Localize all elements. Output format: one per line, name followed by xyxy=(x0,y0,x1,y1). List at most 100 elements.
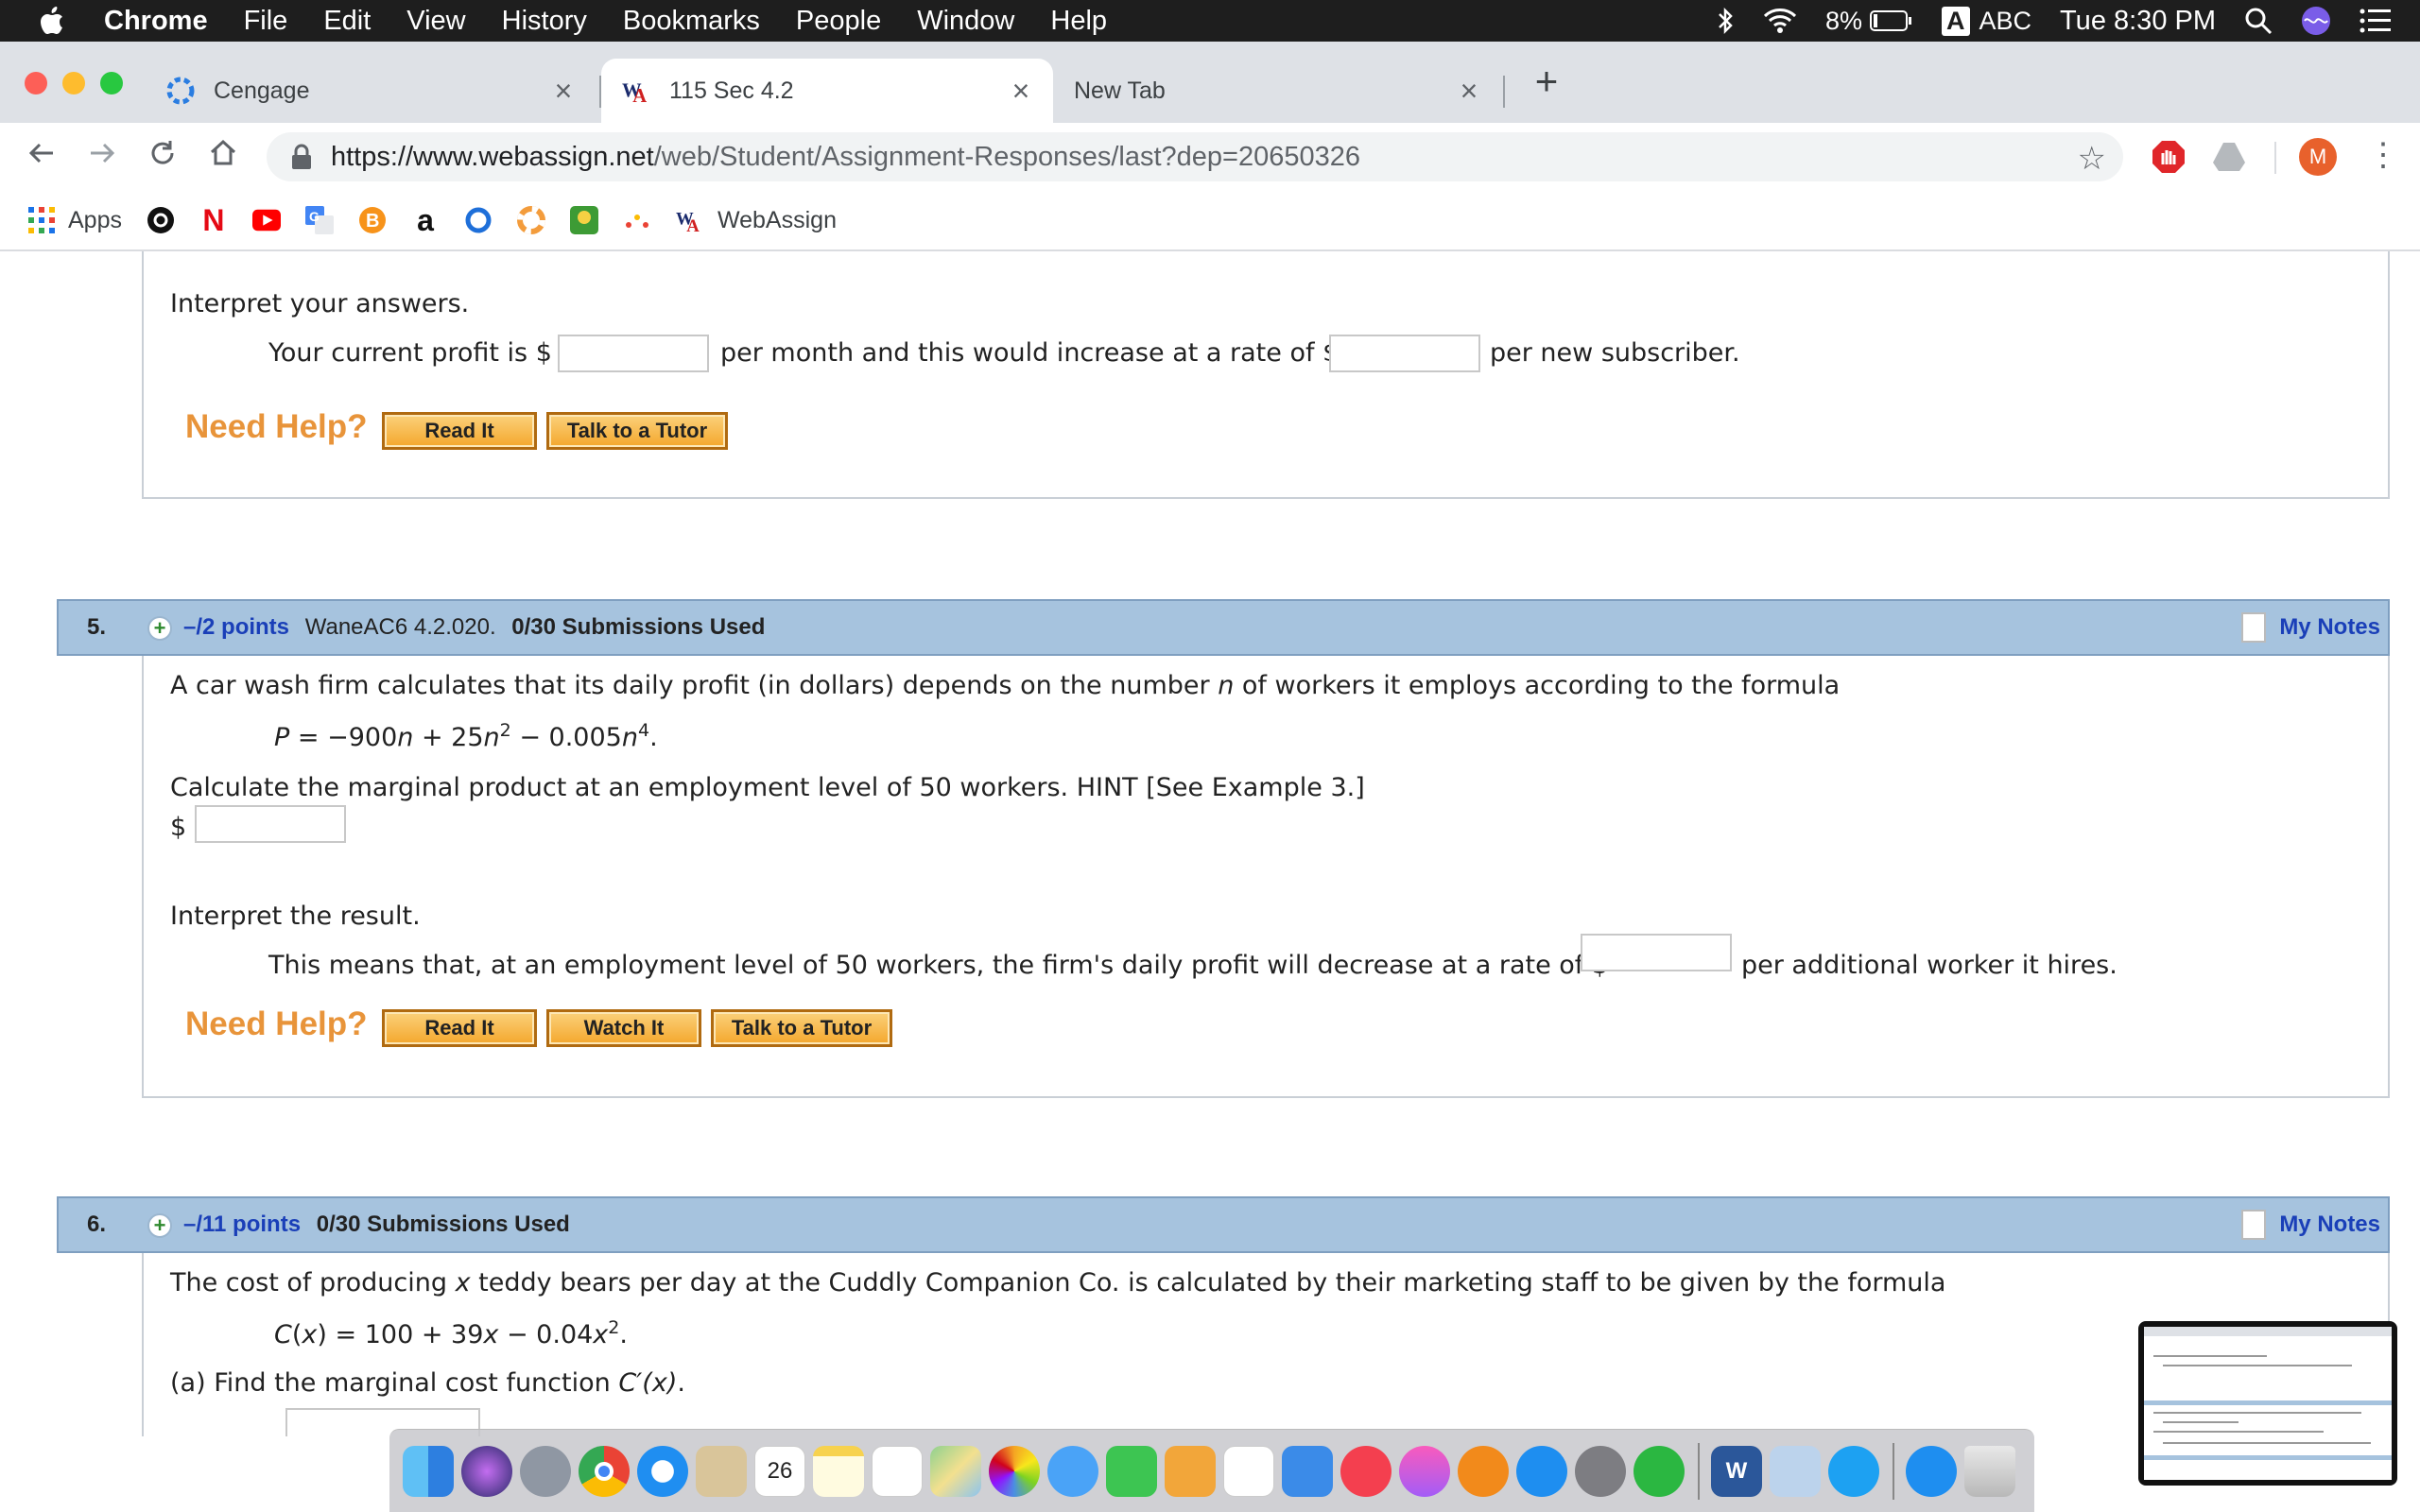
lock-icon[interactable] xyxy=(289,144,314,170)
q4-profit-input[interactable] xyxy=(558,335,709,372)
window-close-button[interactable] xyxy=(25,72,47,94)
expand-plus-icon[interactable]: + xyxy=(147,616,172,641)
itunes-icon[interactable] xyxy=(1399,1445,1450,1497)
books-icon[interactable] xyxy=(1458,1445,1509,1497)
twitter-icon[interactable] xyxy=(1828,1445,1879,1497)
tab-close-icon[interactable]: × xyxy=(546,74,580,108)
photos-icon[interactable] xyxy=(989,1445,1040,1497)
safari-icon[interactable] xyxy=(637,1445,688,1497)
menu-help[interactable]: Help xyxy=(1050,6,1107,37)
back-arrow-icon[interactable] xyxy=(23,138,60,176)
bookmark-dots[interactable] xyxy=(623,206,651,234)
bookmark-netflix[interactable]: N xyxy=(199,203,228,237)
menu-edit[interactable]: Edit xyxy=(323,6,371,37)
window-minimize-button[interactable] xyxy=(62,72,85,94)
finder-icon[interactable] xyxy=(403,1445,454,1497)
forward-arrow-icon[interactable] xyxy=(83,138,121,176)
calendar-icon[interactable]: 26 xyxy=(754,1445,805,1497)
chrome-dock-icon[interactable] xyxy=(579,1445,630,1497)
my-notes-button[interactable]: My Notes xyxy=(2241,1210,2380,1240)
address-bar[interactable]: https://www.webassign.net/web/Student/As… xyxy=(267,132,2123,181)
menu-bookmarks[interactable]: Bookmarks xyxy=(623,6,760,37)
bookmark-lifebuoy[interactable] xyxy=(516,206,545,234)
maps-icon[interactable] xyxy=(930,1445,981,1497)
q5-read-it-button[interactable]: Read It xyxy=(382,1009,537,1047)
tab-close-icon[interactable]: × xyxy=(1004,74,1038,108)
menu-history[interactable]: History xyxy=(502,6,587,37)
menu-file[interactable]: File xyxy=(244,6,288,37)
menu-view[interactable]: View xyxy=(406,6,465,37)
siri-dock-icon[interactable] xyxy=(461,1445,512,1497)
expand-plus-icon[interactable]: + xyxy=(147,1213,172,1238)
keynote-icon[interactable] xyxy=(1282,1445,1333,1497)
home-icon[interactable] xyxy=(204,138,242,176)
trash-icon[interactable] xyxy=(1964,1445,2015,1497)
bookmark-bitcoin[interactable]: B xyxy=(358,206,387,234)
app-store-downloads-icon[interactable] xyxy=(1906,1445,1957,1497)
notes-app-icon[interactable] xyxy=(813,1445,864,1497)
q5-talk-to-tutor-button[interactable]: Talk to a Tutor xyxy=(711,1009,892,1047)
bookmark-circle[interactable] xyxy=(147,206,175,234)
points-link[interactable]: –/11 points xyxy=(183,1211,301,1237)
q4-read-it-button[interactable]: Read It xyxy=(382,412,537,450)
tab-115-sec-4-2[interactable]: WA 115 Sec 4.2 × xyxy=(601,59,1053,123)
menu-people[interactable]: People xyxy=(796,6,881,37)
q5-watch-it-button[interactable]: Watch It xyxy=(546,1009,701,1047)
bookmark-amazon[interactable]: a xyxy=(411,203,440,237)
tab-close-icon[interactable]: × xyxy=(1452,74,1486,108)
q5-marginal-product-input[interactable] xyxy=(195,805,346,843)
tab-cengage[interactable]: Cengage × xyxy=(132,59,596,123)
system-preferences-icon[interactable] xyxy=(1575,1445,1626,1497)
launchpad-icon[interactable] xyxy=(520,1445,571,1497)
keynote-doc-icon[interactable] xyxy=(1165,1445,1216,1497)
facetime-icon[interactable] xyxy=(1106,1445,1157,1497)
numbers-icon[interactable] xyxy=(1223,1445,1274,1497)
tab-new-tab[interactable]: New Tab × xyxy=(1053,59,1501,123)
window-zoom-button[interactable] xyxy=(100,72,123,94)
mail-stamp-icon[interactable] xyxy=(696,1445,747,1497)
reload-icon[interactable] xyxy=(144,138,182,176)
battery-status[interactable]: 8% xyxy=(1825,7,1913,36)
word-icon[interactable]: W xyxy=(1711,1445,1762,1497)
chrome-menu-icon[interactable]: ⋮ xyxy=(2367,136,2399,178)
preview-icon[interactable] xyxy=(1770,1445,1821,1497)
q4-rate-input[interactable] xyxy=(1329,335,1480,372)
q5-rate-input[interactable] xyxy=(1581,934,1732,971)
webassign-page: Interpret your answers. Your current pro… xyxy=(0,251,2420,1436)
bookmark-webassign[interactable]: WA WebAssign xyxy=(676,206,837,235)
bluetooth-icon[interactable] xyxy=(1716,7,1735,35)
q4-talk-to-tutor-button[interactable]: Talk to a Tutor xyxy=(546,412,728,450)
bookmark-blue-ring[interactable] xyxy=(464,206,493,234)
formula-term: = −900 xyxy=(289,723,398,752)
screenshot-thumbnail[interactable] xyxy=(2138,1321,2397,1486)
google-drive-extension-icon[interactable] xyxy=(2212,140,2246,174)
points-link[interactable]: –/2 points xyxy=(183,614,289,640)
reminders-icon[interactable] xyxy=(872,1445,923,1497)
input-source[interactable]: A ABC xyxy=(1942,6,2032,36)
menu-app-chrome[interactable]: Chrome xyxy=(104,6,208,37)
bookmark-youtube[interactable] xyxy=(251,206,281,234)
menu-window[interactable]: Window xyxy=(917,6,1014,37)
colored-dots-icon xyxy=(623,206,651,234)
spotlight-search-icon[interactable] xyxy=(2244,7,2273,35)
bookmark-apps[interactable]: Apps xyxy=(28,207,122,234)
apple-icon[interactable] xyxy=(40,7,64,35)
bookmark-google-translate[interactable]: G xyxy=(304,206,334,234)
new-tab-plus-icon[interactable]: + xyxy=(1528,61,1565,102)
input-source-label: ABC xyxy=(1979,6,2032,35)
news-icon[interactable] xyxy=(1340,1445,1392,1497)
clock[interactable]: Tue 8:30 PM xyxy=(2060,6,2216,37)
bookmark-green-app[interactable] xyxy=(569,206,598,234)
dock-divider xyxy=(1893,1442,1894,1500)
profile-avatar[interactable]: M xyxy=(2299,138,2337,176)
messages-icon[interactable] xyxy=(1047,1445,1098,1497)
app-store-icon[interactable] xyxy=(1516,1445,1567,1497)
whatsapp-icon[interactable] xyxy=(1634,1445,1685,1497)
my-notes-button[interactable]: My Notes xyxy=(2241,612,2380,643)
bookmark-star-icon[interactable]: ☆ xyxy=(2078,140,2106,178)
wifi-icon[interactable] xyxy=(1763,8,1797,34)
adblock-extension-icon[interactable] xyxy=(2152,140,2186,174)
siri-icon[interactable] xyxy=(2301,6,2331,36)
q6-intro-b: teddy bears per day at the Cuddly Compan… xyxy=(470,1268,1946,1297)
notification-center-icon[interactable] xyxy=(2360,9,2392,33)
